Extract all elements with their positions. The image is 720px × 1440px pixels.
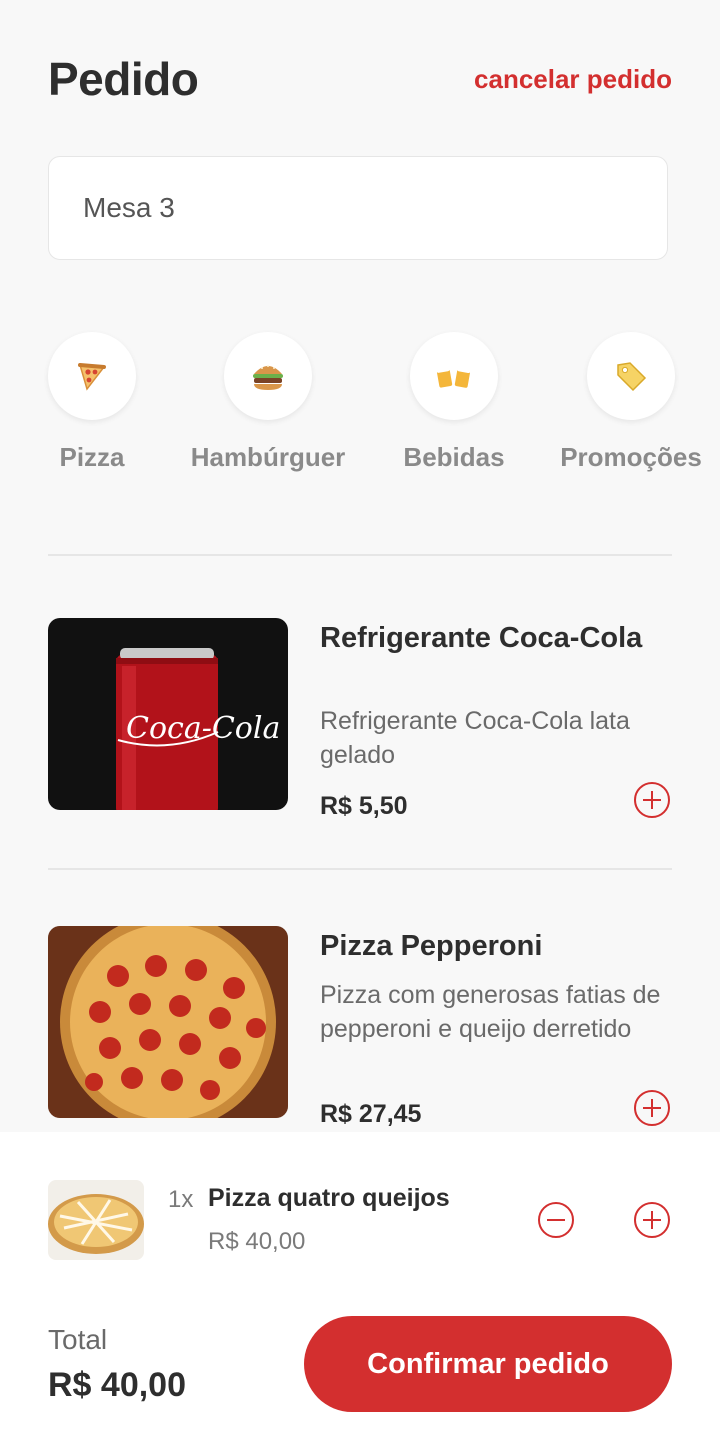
product-image-label: Coca-Cola [126, 711, 280, 746]
category-hamburger-circle[interactable] [224, 332, 312, 420]
product-description: Refrigerante Coca-Cola lata gelado [320, 707, 630, 769]
category-hamburger[interactable]: Hambúrguer [184, 332, 352, 473]
cart-item-name: Pizza quatro queijos [208, 1184, 450, 1212]
decrease-quantity-button[interactable] [538, 1202, 574, 1238]
category-label: Promoções [560, 442, 702, 472]
product-name: Pizza Pepperoni [320, 930, 543, 962]
cancel-order-link[interactable]: cancelar pedido [474, 64, 672, 95]
price-tag-icon [617, 362, 647, 392]
pizza-icon [78, 363, 106, 391]
cart-item-price: R$ 40,00 [208, 1228, 306, 1255]
table-input[interactable] [49, 157, 667, 259]
cart-item-image [48, 1180, 144, 1260]
category-promotions-circle[interactable] [587, 332, 675, 420]
add-to-cart-button[interactable] [634, 1090, 670, 1126]
category-promotions[interactable]: Promoções [556, 332, 706, 473]
product-price: R$ 27,45 [320, 1100, 422, 1128]
category-label: Hambúrguer [190, 442, 346, 472]
hamburger-icon [253, 365, 283, 390]
product-description: Pizza com generosas fatias de pepperoni … [320, 981, 661, 1043]
category-pizza-circle[interactable] [48, 332, 136, 420]
increase-quantity-button[interactable] [634, 1202, 670, 1238]
category-drinks[interactable]: Bebidas [400, 332, 508, 473]
add-to-cart-button[interactable] [634, 782, 670, 818]
header: Pedido cancelar pedido [48, 52, 672, 108]
product-card[interactable]: Coca-Cola Refrigerante Coca-Cola Refrige… [48, 618, 672, 820]
category-label: Bebidas [403, 442, 505, 472]
product-name: Refrigerante Coca-Cola [320, 622, 643, 654]
table-field-container[interactable] [48, 156, 668, 260]
total-value: R$ 40,00 [48, 1366, 186, 1404]
divider [48, 868, 672, 870]
product-image-pizza-pepperoni [48, 926, 288, 1118]
product-card[interactable]: Pizza Pepperoni Pizza com generosas fati… [48, 926, 672, 1132]
cart-panel: 1x Pizza quatro queijos R$ 40,00 Total R… [0, 1132, 720, 1440]
divider [48, 554, 672, 556]
product-price: R$ 5,50 [320, 792, 408, 820]
category-label: Pizza [59, 442, 125, 472]
category-pizza[interactable]: Pizza [48, 332, 136, 473]
category-drinks-circle[interactable] [410, 332, 498, 420]
confirm-order-button[interactable]: Confirmar pedido [304, 1316, 672, 1412]
cart-item: 1x Pizza quatro queijos R$ 40,00 [48, 1180, 672, 1260]
total-label: Total [48, 1324, 108, 1355]
product-image-coca-cola: Coca-Cola [48, 618, 288, 810]
cart-item-quantity: 1x [168, 1186, 194, 1213]
beer-mugs-icon [436, 366, 471, 388]
page-title: Pedido [48, 53, 199, 105]
